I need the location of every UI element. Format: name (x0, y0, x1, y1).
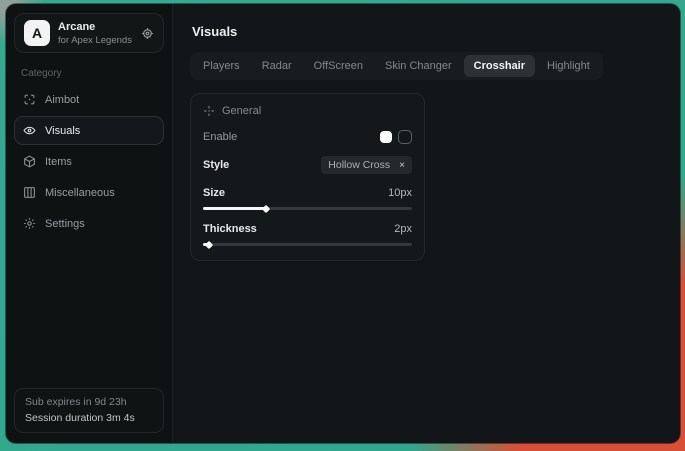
size-label: Size (203, 187, 225, 199)
size-value: 10px (388, 187, 412, 199)
app-logo: A (24, 20, 50, 46)
tab-skin-changer[interactable]: Skin Changer (375, 55, 462, 77)
size-slider-thumb[interactable] (261, 204, 269, 212)
app-title: Arcane (58, 21, 132, 33)
style-value: Hollow Cross (328, 159, 390, 171)
style-row: Style Hollow Cross × (203, 156, 412, 174)
thickness-slider-thumb[interactable] (205, 240, 213, 248)
thickness-row: Thickness 2px (203, 223, 412, 235)
eye-icon (23, 124, 36, 137)
thickness-slider-fill (203, 243, 209, 246)
columns-icon (23, 186, 36, 199)
target-icon[interactable] (141, 27, 154, 40)
general-panel: General Enable Style Hollow Cross × Size… (190, 93, 425, 261)
sidebar-item-items[interactable]: Items (14, 147, 164, 176)
enable-controls (380, 130, 412, 144)
tab-radar[interactable]: Radar (252, 55, 302, 77)
remove-style-icon[interactable]: × (399, 160, 405, 171)
page-title: Visuals (192, 24, 663, 39)
enable-row: Enable (203, 130, 412, 144)
tab-offscreen[interactable]: OffScreen (304, 55, 373, 77)
enable-label: Enable (203, 131, 237, 143)
sidebar-item-visuals[interactable]: Visuals (14, 116, 164, 145)
tab-highlight[interactable]: Highlight (537, 55, 600, 77)
sidebar-item-label: Visuals (45, 125, 80, 137)
size-slider-fill (203, 207, 266, 210)
gear-icon (23, 217, 36, 230)
session-duration-text: Session duration 3m 4s (25, 412, 153, 424)
sidebar-item-label: Aimbot (45, 94, 79, 106)
app-window: A Arcane for Apex Legends Category (6, 4, 680, 443)
sidebar: A Arcane for Apex Legends Category (6, 4, 173, 443)
size-row: Size 10px (203, 187, 412, 199)
app-header-card: A Arcane for Apex Legends (14, 13, 164, 53)
size-slider[interactable] (203, 207, 412, 210)
sidebar-nav: Aimbot Visuals Items (14, 84, 164, 239)
sidebar-item-label: Settings (45, 218, 85, 230)
panel-header: General (203, 105, 412, 117)
sidebar-item-aimbot[interactable]: Aimbot (14, 85, 164, 114)
scan-icon (23, 93, 36, 106)
thickness-label: Thickness (203, 223, 257, 235)
sidebar-item-settings[interactable]: Settings (14, 209, 164, 238)
sidebar-item-miscellaneous[interactable]: Miscellaneous (14, 178, 164, 207)
sidebar-item-label: Miscellaneous (45, 187, 115, 199)
enable-checkbox[interactable] (398, 130, 412, 144)
category-label: Category (21, 68, 157, 79)
visuals-tabbar: Players Radar OffScreen Skin Changer Cro… (190, 52, 603, 80)
sub-expires-text: Sub expires in 9d 23h (25, 396, 153, 408)
app-header-text: Arcane for Apex Legends (58, 21, 132, 46)
tab-players[interactable]: Players (193, 55, 250, 77)
thickness-value: 2px (394, 223, 412, 235)
thickness-slider[interactable] (203, 243, 412, 246)
box-icon (23, 155, 36, 168)
tab-crosshair[interactable]: Crosshair (464, 55, 535, 77)
style-label: Style (203, 159, 229, 171)
crosshair-icon (203, 105, 215, 117)
app-subtitle: for Apex Legends (58, 35, 132, 46)
main-content: Visuals Players Radar OffScreen Skin Cha… (173, 4, 680, 443)
sidebar-item-label: Items (45, 156, 72, 168)
panel-title: General (222, 105, 261, 117)
style-value-tag[interactable]: Hollow Cross × (321, 156, 412, 174)
subscription-info-card: Sub expires in 9d 23h Session duration 3… (14, 388, 164, 433)
color-swatch[interactable] (380, 131, 392, 143)
